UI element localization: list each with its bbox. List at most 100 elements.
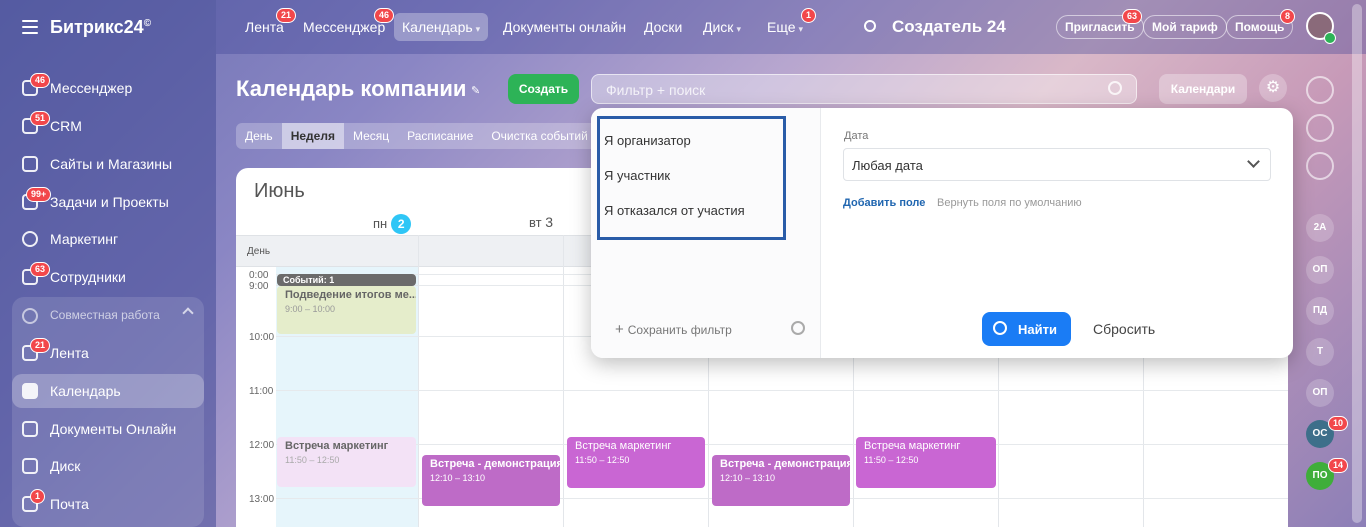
event-card[interactable]: Встреча - демонстрация 12:10 – 13:10 <box>422 455 560 506</box>
cart-icon <box>22 156 38 172</box>
badge: 8 <box>1280 9 1296 24</box>
badge: 21 <box>276 8 297 23</box>
field-label: Дата <box>844 130 869 142</box>
event-card[interactable]: Встреча маркетинг 11:50 – 12:50 <box>567 437 705 488</box>
topnav-label: Еще <box>767 19 796 35</box>
badge: 63 <box>30 262 51 277</box>
date-select[interactable]: Любая дата <box>843 148 1271 181</box>
avatar[interactable]: ОП <box>1306 256 1334 284</box>
avatar[interactable]: Т <box>1306 338 1334 366</box>
topnav-boards[interactable]: Доски <box>636 13 690 41</box>
avatar[interactable]: ОП <box>1306 379 1334 407</box>
tab-month[interactable]: Месяц <box>344 123 398 149</box>
topnav-label: Мессенджер <box>303 19 386 35</box>
reset-button[interactable]: Сбросить <box>1093 321 1155 337</box>
time-label: 10:00 <box>249 332 275 343</box>
tab-day[interactable]: День <box>236 123 282 149</box>
left-sidebar: Битрикс24© 46 Мессенджер 51 CRM Сайты и … <box>0 0 216 527</box>
sidebar-item-label: Мессенджер <box>50 80 133 96</box>
search-icon <box>993 321 1007 335</box>
sidebar-item-employees[interactable]: 63 Сотрудники <box>12 260 204 294</box>
event-card[interactable]: Встреча - демонстрация 12:10 – 13:10 <box>712 455 850 506</box>
event-card[interactable]: Подведение итогов ме... 9:00 – 10:00 <box>277 286 416 334</box>
badge: 63 <box>1122 9 1143 24</box>
day-header[interactable]: вт 3 <box>529 214 553 230</box>
time-label: 0:00 <box>249 270 269 281</box>
reset-fields-link[interactable]: Вернуть поля по умолчанию <box>937 197 1082 209</box>
find-button[interactable]: Найти <box>982 312 1071 346</box>
search-input[interactable] <box>606 81 1086 99</box>
sidebar-item-calendar[interactable]: Календарь <box>12 374 204 408</box>
search-icon[interactable] <box>864 20 876 32</box>
avatar[interactable]: ПД <box>1306 297 1334 325</box>
add-field-link[interactable]: Добавить поле <box>843 197 925 209</box>
create-button[interactable]: Создать <box>508 74 579 104</box>
gear-icon[interactable]: ⚙ <box>1259 74 1287 102</box>
sidebar-item-mail[interactable]: 1 Почта <box>12 487 204 521</box>
gear-icon[interactable] <box>791 321 805 335</box>
user-name[interactable]: Создатель 24 <box>892 17 1006 37</box>
filter-popup: Я организатор Я участник Я отказался от … <box>591 108 1293 358</box>
pulse-icon[interactable] <box>1306 114 1334 142</box>
month-title: Июнь <box>254 180 305 202</box>
plus-icon: + <box>615 321 624 338</box>
filter-presets: Я организатор Я участник Я отказался от … <box>591 108 821 358</box>
event-card[interactable]: Встреча маркетинг 11:50 – 12:50 <box>277 437 416 487</box>
calendars-button[interactable]: Календари <box>1159 74 1247 104</box>
sidebar-item-tasks[interactable]: 99+ Задачи и Проекты <box>12 185 204 219</box>
badge: 21 <box>30 338 51 353</box>
search-icon[interactable] <box>1108 81 1122 95</box>
badge: 14 <box>1328 458 1349 473</box>
topnav-docs[interactable]: Документы онлайн <box>495 13 634 41</box>
badge: 99+ <box>26 187 52 202</box>
bell-icon[interactable] <box>1306 76 1334 104</box>
sidebar-item-marketing[interactable]: Маркетинг <box>12 222 204 256</box>
sidebar-group-collab[interactable]: Совместная работа <box>12 299 204 333</box>
preset-declined[interactable]: Я отказался от участия <box>604 203 745 218</box>
sidebar-item-feed[interactable]: 21 Лента <box>12 336 204 370</box>
sidebar-item-label: Сотрудники <box>50 269 126 285</box>
app-logo[interactable]: Битрикс24© <box>50 17 151 38</box>
sidebar-item-disk[interactable]: Диск <box>12 449 204 483</box>
view-tabs: День Неделя Месяц Расписание Очистка соб… <box>236 123 616 149</box>
time-label: 11:00 <box>249 386 274 397</box>
badge: 1 <box>801 8 817 23</box>
sidebar-item-label: Совместная работа <box>50 308 160 322</box>
menu-burger-icon[interactable] <box>22 20 38 34</box>
tariff-button[interactable]: Мой тариф <box>1143 15 1227 39</box>
day-header[interactable]: пн 2 <box>373 214 412 234</box>
sidebar-item-label: Лента <box>50 345 89 361</box>
page-scrollbar[interactable] <box>1352 4 1362 523</box>
chevron-up-icon[interactable] <box>182 307 194 319</box>
chevron-down-icon: ▾ <box>475 24 481 34</box>
badge: 46 <box>30 73 51 88</box>
save-filter-button[interactable]: + Сохранить фильтр <box>615 321 732 338</box>
sidebar-item-messenger[interactable]: 46 Мессенджер <box>12 71 204 105</box>
filter-search[interactable] <box>591 74 1137 104</box>
avatar[interactable]: 2А <box>1306 214 1334 242</box>
tab-week[interactable]: Неделя <box>281 123 344 149</box>
allday-label: День <box>247 246 271 257</box>
time-label: 9:00 <box>249 281 269 292</box>
chat-bot-icon[interactable] <box>1306 152 1334 180</box>
sidebar-item-label: CRM <box>50 118 82 134</box>
event-card[interactable]: Встреча маркетинг 11:50 – 12:50 <box>856 437 996 488</box>
sidebar-item-label: Документы Онлайн <box>50 421 177 437</box>
chevron-down-icon: ▾ <box>736 24 741 34</box>
tab-schedule[interactable]: Расписание <box>398 123 482 149</box>
sidebar-item-sites[interactable]: Сайты и Магазины <box>12 147 204 181</box>
topnav-calendar[interactable]: Календарь ▾ <box>394 13 489 41</box>
sidebar-item-crm[interactable]: 51 CRM <box>12 109 204 143</box>
preset-organizer[interactable]: Я организатор <box>604 133 691 148</box>
sidebar-item-label: Задачи и Проекты <box>50 194 169 210</box>
sidebar-item-label: Почта <box>50 496 89 512</box>
today-number: 2 <box>391 214 412 234</box>
topnav-label: Календарь <box>402 19 473 35</box>
topnav-disk[interactable]: Диск ▾ <box>695 13 749 41</box>
collab-icon <box>22 308 38 324</box>
sidebar-item-docs[interactable]: Документы Онлайн <box>12 412 204 446</box>
pin-icon[interactable]: ✎ <box>471 84 483 97</box>
calendar-icon <box>22 383 38 399</box>
preset-participant[interactable]: Я участник <box>604 168 670 183</box>
event-count[interactable]: Событий: 1 <box>277 274 416 286</box>
